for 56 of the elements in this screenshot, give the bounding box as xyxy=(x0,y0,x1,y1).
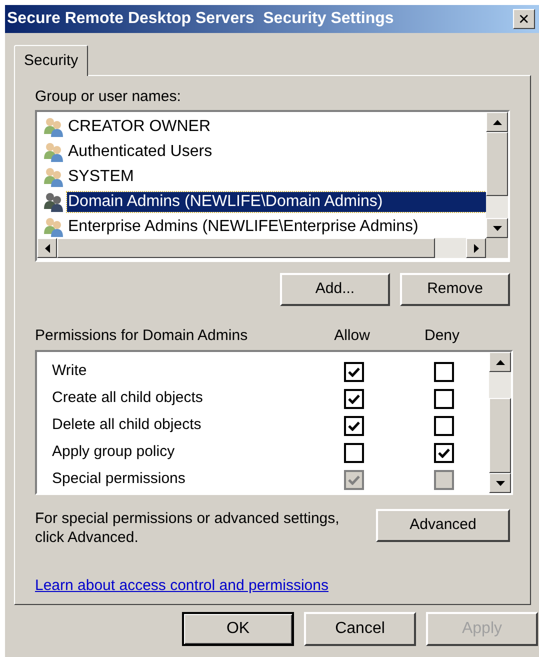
right-arrow-icon xyxy=(474,244,478,252)
dialog-button[interactable]: OK xyxy=(182,612,294,646)
checkbox[interactable] xyxy=(344,388,364,408)
users-icon xyxy=(43,116,65,136)
column-header: Allow xyxy=(333,327,371,345)
down-arrow-icon xyxy=(496,480,504,486)
up-arrow-icon xyxy=(496,360,504,364)
vertical-scrollbar[interactable] xyxy=(486,112,508,238)
permission-name: Special permissions xyxy=(52,469,186,490)
down-arrow-icon xyxy=(492,226,502,230)
user-action-button[interactable]: Remove xyxy=(400,273,510,306)
close-button[interactable]: ✕ xyxy=(513,9,535,29)
vertical-scrollbar[interactable] xyxy=(489,352,511,493)
checkbox[interactable] xyxy=(434,362,454,382)
checkmark-icon xyxy=(348,366,360,376)
users-icon xyxy=(43,166,65,186)
help-link[interactable]: Learn about access control and permissions xyxy=(35,575,328,598)
users-icon xyxy=(43,216,65,236)
permission-name: Create all child objects xyxy=(52,388,204,408)
users-icon xyxy=(43,142,65,162)
user-item[interactable]: Enterprise Admins (NEWLIFE\Enterprise Admins) xyxy=(67,216,418,236)
checkbox[interactable] xyxy=(434,442,454,462)
tab[interactable]: Security xyxy=(14,45,88,76)
checkmark-icon xyxy=(348,420,360,430)
users-icon xyxy=(43,192,65,212)
permission-name: Delete all child objects xyxy=(52,415,202,436)
permissions-label: Permissions for Domain Admins xyxy=(35,327,249,345)
advanced-button[interactable]: Advanced xyxy=(376,509,510,542)
checkmark-icon xyxy=(348,474,360,484)
checkbox[interactable] xyxy=(344,442,364,462)
advanced-hint: For special permissions or advanced settings, click Advanced. xyxy=(35,509,340,547)
user-item[interactable]: SYSTEM xyxy=(67,166,134,186)
checkbox[interactable] xyxy=(434,416,454,436)
scroll-thumb[interactable] xyxy=(486,132,508,196)
group-label: Group or user names: xyxy=(35,88,182,106)
checkmark-icon xyxy=(348,394,360,404)
user-list[interactable]: CREATOR OWNER Authenticated Users SYSTEM Domain Admins (NEWLIFE\Domain Admins) Enterprise Admins (NEWLIFE\Enterprise Admins) xyxy=(35,110,510,262)
permission-name: Apply group policy xyxy=(52,442,176,462)
permission-name: Write xyxy=(52,361,88,382)
scroll-thumb[interactable] xyxy=(57,238,435,258)
up-arrow-icon xyxy=(492,120,502,124)
user-item[interactable]: Domain Admins (NEWLIFE\Domain Admins) xyxy=(67,192,486,212)
user-action-button[interactable]: Add... xyxy=(280,273,390,306)
checkmark-icon xyxy=(438,448,450,458)
column-header: Deny xyxy=(423,327,461,345)
left-arrow-icon xyxy=(44,244,50,252)
scrollbar-corner xyxy=(486,238,508,258)
window-title: Secure Remote Desktop Servers Security Settings xyxy=(7,9,394,29)
horizontal-scrollbar[interactable] xyxy=(37,238,508,258)
dialog-button[interactable]: Cancel xyxy=(304,612,416,646)
scroll-thumb[interactable] xyxy=(489,398,511,473)
checkbox[interactable] xyxy=(344,362,364,382)
user-item[interactable]: CREATOR OWNER xyxy=(67,116,211,136)
checkbox[interactable] xyxy=(434,388,454,408)
checkbox[interactable] xyxy=(344,416,364,436)
user-item[interactable]: Authenticated Users xyxy=(67,142,212,162)
